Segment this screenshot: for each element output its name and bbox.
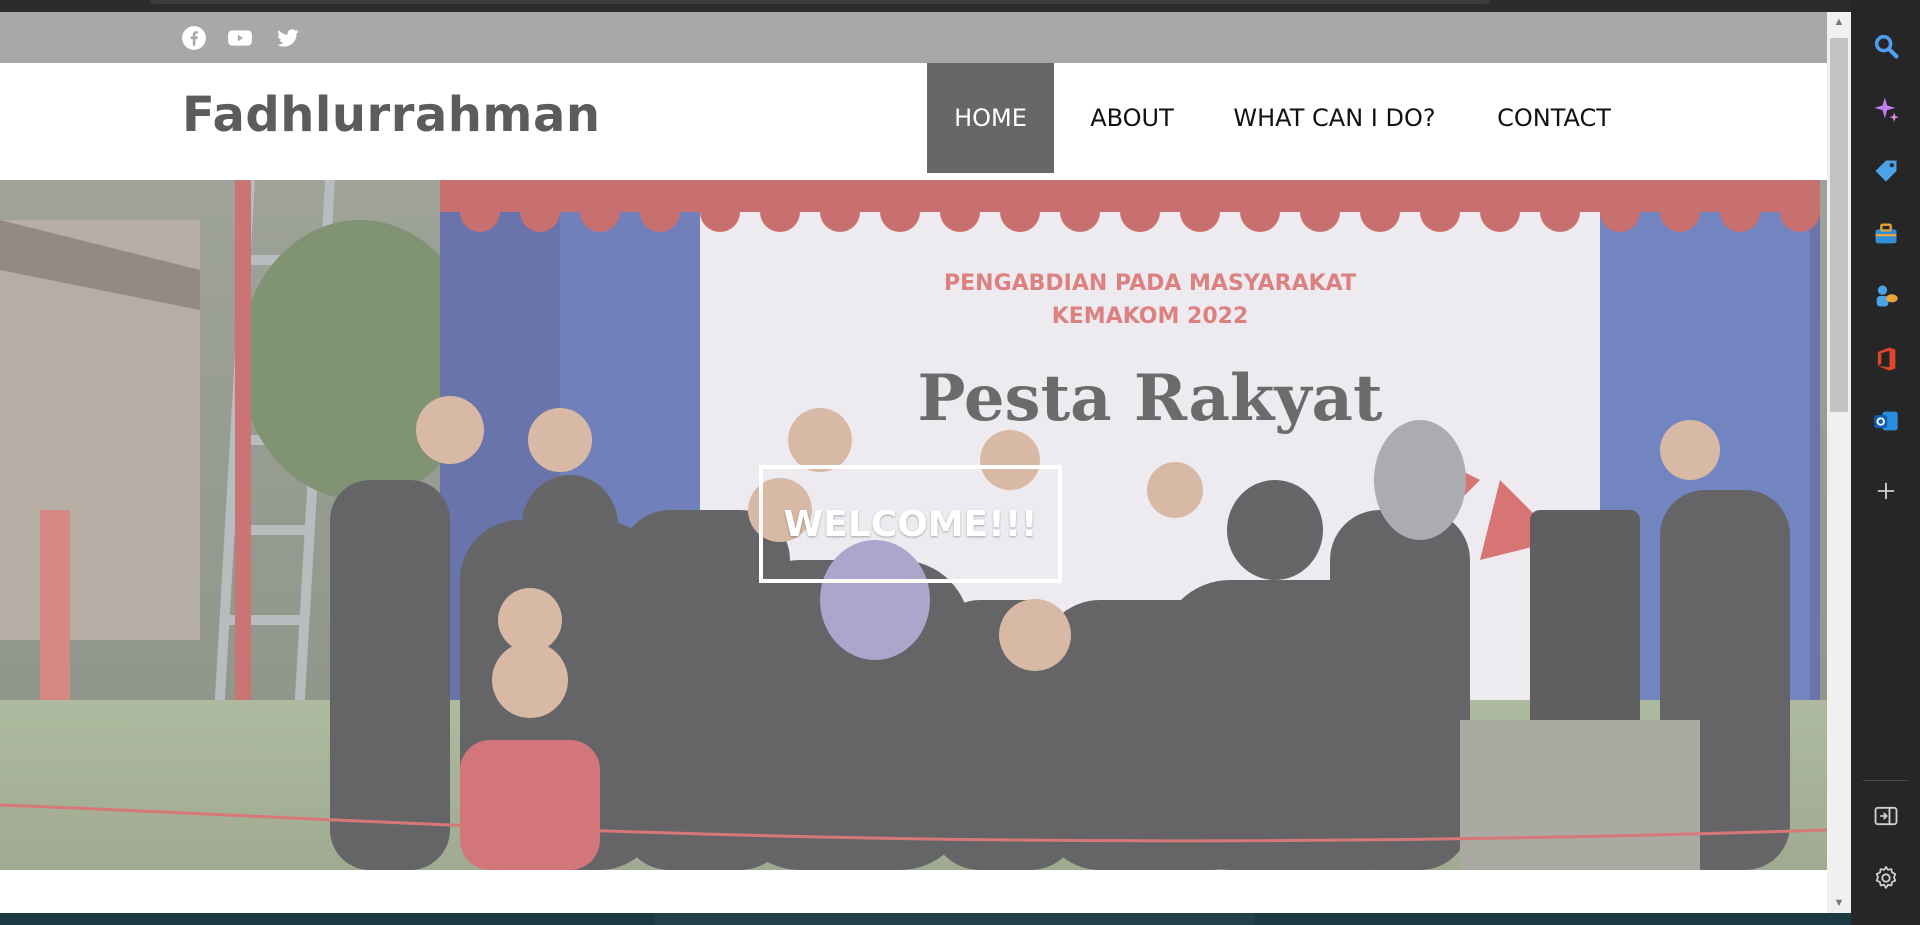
page-scrollbar[interactable]: ▲ ▼: [1827, 12, 1851, 913]
search-icon[interactable]: [1870, 30, 1902, 62]
facebook-icon[interactable]: [181, 25, 207, 51]
shopping-tag-icon[interactable]: [1870, 155, 1902, 187]
office-icon[interactable]: [1870, 343, 1902, 375]
scroll-up-icon[interactable]: ▲: [1827, 12, 1851, 32]
content-below-hero: [0, 870, 1827, 913]
taskbar-edge: [0, 913, 1851, 925]
welcome-text: WELCOME!!!: [783, 503, 1038, 545]
nav-what-can-i-do[interactable]: WHAT CAN I DO?: [1225, 63, 1444, 173]
nav-about[interactable]: ABOUT: [1079, 63, 1185, 173]
scroll-down-icon[interactable]: ▼: [1827, 893, 1851, 913]
sidebar-divider: [1863, 780, 1908, 781]
settings-icon[interactable]: [1870, 862, 1902, 894]
games-icon[interactable]: [1870, 280, 1902, 312]
twitter-icon[interactable]: [275, 25, 301, 51]
outlook-icon[interactable]: [1870, 405, 1902, 437]
browser-sidebar: [1851, 0, 1920, 925]
tools-icon[interactable]: [1870, 218, 1902, 250]
youtube-icon[interactable]: [227, 25, 253, 51]
welcome-box: WELCOME!!!: [759, 465, 1062, 583]
browser-top-strip: [0, 0, 1851, 12]
split-screen-icon[interactable]: [1870, 800, 1902, 832]
site-brand[interactable]: Fadhlurrahman: [182, 87, 601, 143]
add-icon[interactable]: [1870, 475, 1902, 507]
scrollbar-thumb[interactable]: [1830, 38, 1848, 412]
page-viewport: Fadhlurrahman HOME ABOUT WHAT CAN I DO? …: [0, 12, 1827, 913]
navbar: Fadhlurrahman HOME ABOUT WHAT CAN I DO? …: [0, 63, 1827, 180]
copilot-icon[interactable]: [1870, 93, 1902, 125]
social-bar: [0, 12, 1827, 63]
hero-section: PENGABDIAN PADA MASYARAKAT KEMAKOM 2022 …: [0, 180, 1827, 870]
tab-strip-edge: [150, 0, 1490, 4]
nav-home[interactable]: HOME: [927, 63, 1054, 173]
nav-contact[interactable]: CONTACT: [1487, 63, 1621, 173]
taskbar-center: [655, 913, 1255, 925]
